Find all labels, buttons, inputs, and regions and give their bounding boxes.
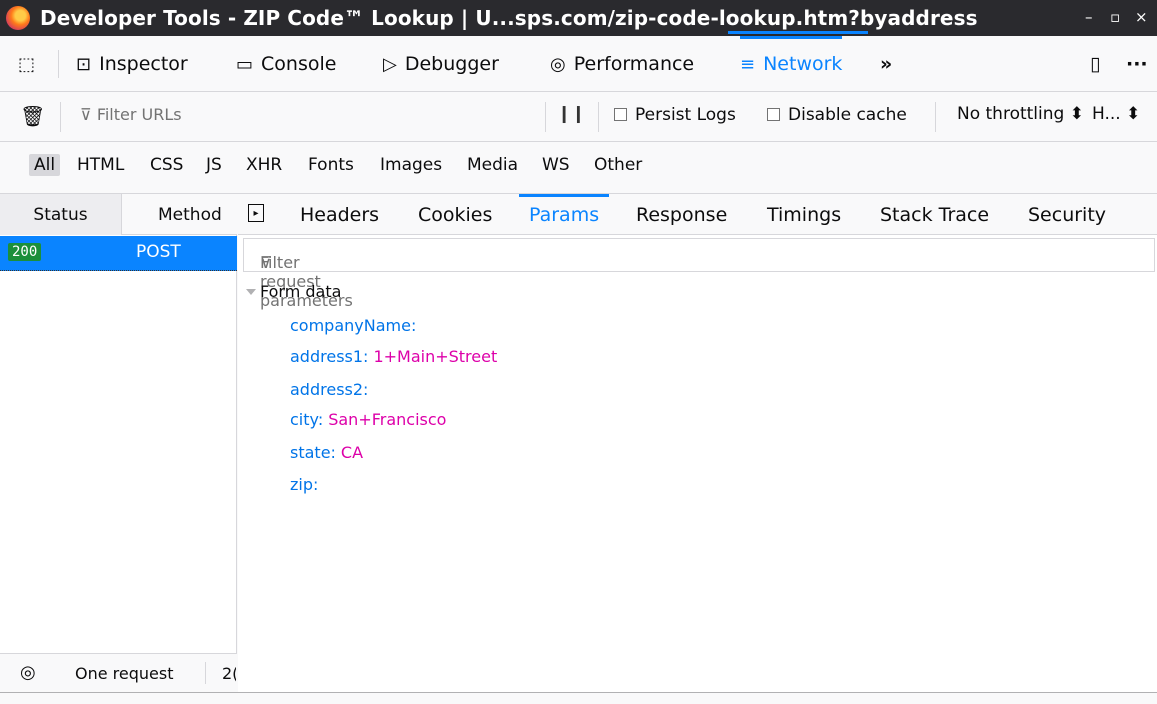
param-value: CA xyxy=(340,443,364,462)
type-filter-css[interactable]: CSS xyxy=(150,155,183,175)
disable-cache-label: Disable cache xyxy=(788,105,907,125)
firefox-logo-icon xyxy=(6,6,30,30)
tab-security[interactable]: Security xyxy=(1028,194,1106,235)
request-count: One request xyxy=(75,664,174,683)
window-titlebar: Developer Tools - ZIP Code™ Lookup | U..… xyxy=(0,0,1157,36)
details-tabbar: ▸ Headers Cookies Params Response Timing… xyxy=(238,194,1157,235)
element-picker-icon[interactable]: ⬚ xyxy=(18,36,35,92)
param-row: address1: 1+Main+Street xyxy=(290,347,497,366)
request-type-filters: All HTML CSS JS XHR Fonts Images Media W… xyxy=(0,142,1157,194)
param-filter-input[interactable]: ⊽ Filter request parameters xyxy=(243,238,1155,310)
tab-stack-trace[interactable]: Stack Trace xyxy=(880,194,989,235)
param-key: state: xyxy=(290,443,336,462)
filter-divider xyxy=(60,102,61,132)
tab-timings[interactable]: Timings xyxy=(767,194,841,235)
window-title: Developer Tools - ZIP Code™ Lookup | U..… xyxy=(40,6,978,30)
request-method: POST xyxy=(136,242,181,262)
param-row: city: San+Francisco xyxy=(290,410,446,429)
param-row: zip: xyxy=(290,475,323,494)
tab-cookies[interactable]: Cookies xyxy=(418,194,492,235)
tab-performance-label: Performance xyxy=(573,53,695,75)
param-value: 1+Main+Street xyxy=(373,347,498,366)
type-filter-xhr[interactable]: XHR xyxy=(246,155,282,175)
tab-debugger[interactable]: ▷ Debugger xyxy=(383,36,499,92)
type-filter-media[interactable]: Media xyxy=(467,155,518,175)
bottom-edge xyxy=(0,692,1157,704)
devtools-toolbar: ⬚ ⊡ Inspector ▭ Console ▷ Debugger ◎ Per… xyxy=(0,36,1157,92)
request-row[interactable]: 200 POST xyxy=(0,236,237,271)
network-filterbar: 🗑 ⊽ Filter URLs ❙❙ Persist Logs Disable … xyxy=(0,92,1157,142)
har-menu-button[interactable]: H... ⬍ xyxy=(1092,104,1140,124)
filter-divider xyxy=(545,102,546,132)
type-filter-images[interactable]: Images xyxy=(380,155,442,175)
type-filter-other[interactable]: Other xyxy=(594,155,642,175)
param-key: zip: xyxy=(290,475,319,494)
tab-network-label: Network xyxy=(763,53,843,75)
title-highlight xyxy=(728,31,868,34)
tab-params[interactable]: Params xyxy=(518,194,610,235)
filter-icon: ⊽ xyxy=(80,105,92,124)
console-icon: ▭ xyxy=(236,53,254,75)
minimize-button[interactable]: – xyxy=(1085,8,1093,26)
debugger-icon: ▷ xyxy=(383,53,397,75)
persist-logs-label: Persist Logs xyxy=(635,105,736,125)
request-details-pane: ▸ Headers Cookies Params Response Timing… xyxy=(238,194,1157,692)
maximize-button[interactable]: ▫ xyxy=(1110,8,1120,26)
type-filter-fonts[interactable]: Fonts xyxy=(308,155,354,175)
status-badge: 200 xyxy=(8,243,42,261)
pause-button[interactable]: ❙❙ xyxy=(557,104,586,124)
throttling-select[interactable]: No throttling ⬍ xyxy=(957,104,1084,124)
param-row: companyName: xyxy=(290,316,421,335)
disable-cache-checkbox[interactable]: Disable cache xyxy=(767,105,907,125)
filter-urls-input[interactable]: ⊽ Filter URLs xyxy=(80,105,182,124)
type-filter-all[interactable]: All xyxy=(29,154,61,176)
checkbox-box xyxy=(614,108,627,121)
network-icon: ≡ xyxy=(740,53,756,75)
tab-headers[interactable]: Headers xyxy=(300,194,379,235)
request-list-pane: Status Method 200 POST ◎ One request 2( xyxy=(0,194,237,692)
dock-side-icon[interactable]: ▯ xyxy=(1090,36,1100,92)
transfer-size: 2( xyxy=(222,664,236,683)
tab-network[interactable]: ≡ Network xyxy=(740,36,843,92)
tab-performance[interactable]: ◎ Performance xyxy=(550,36,694,92)
checkbox-box xyxy=(767,108,780,121)
param-row: address2: xyxy=(290,380,373,399)
tab-inspector[interactable]: ⊡ Inspector xyxy=(76,36,188,92)
filter-urls-placeholder: Filter URLs xyxy=(96,105,182,124)
tab-console[interactable]: ▭ Console xyxy=(236,36,336,92)
persist-logs-checkbox[interactable]: Persist Logs xyxy=(614,105,736,125)
tab-response[interactable]: Response xyxy=(636,194,727,235)
tab-debugger-label: Debugger xyxy=(404,53,499,75)
footer-divider xyxy=(205,662,206,684)
inspector-icon: ⊡ xyxy=(76,53,92,75)
param-key: companyName: xyxy=(290,316,417,335)
close-button[interactable]: × xyxy=(1135,8,1148,26)
type-filter-html[interactable]: HTML xyxy=(77,155,124,175)
param-key: city: xyxy=(290,410,324,429)
tab-inspector-label: Inspector xyxy=(99,53,188,75)
type-filter-js[interactable]: JS xyxy=(206,155,222,175)
param-key: address2: xyxy=(290,380,369,399)
more-options-button[interactable]: ··· xyxy=(1126,36,1148,92)
type-filter-ws[interactable]: WS xyxy=(542,155,570,175)
trash-icon[interactable]: 🗑 xyxy=(20,104,45,128)
form-data-label: Form data xyxy=(260,282,342,301)
overflow-tabs-button[interactable]: » xyxy=(880,36,892,92)
performance-analysis-icon[interactable]: ◎ xyxy=(20,662,36,683)
tab-console-label: Console xyxy=(261,53,337,75)
performance-icon: ◎ xyxy=(550,53,566,75)
param-row: state: CA xyxy=(290,443,363,462)
form-data-section-header[interactable]: Form data xyxy=(246,282,341,301)
filter-divider xyxy=(935,102,936,132)
column-method[interactable]: Method xyxy=(158,205,222,225)
request-list-footer: ◎ One request 2( xyxy=(0,653,237,692)
toggle-sidebar-icon[interactable]: ▸ xyxy=(248,204,264,222)
filter-divider xyxy=(598,102,599,132)
twisty-icon xyxy=(246,289,256,295)
param-value: San+Francisco xyxy=(328,410,447,429)
toolbar-divider xyxy=(58,50,59,78)
request-list-header: Status Method xyxy=(0,194,237,235)
column-status[interactable]: Status xyxy=(0,194,122,235)
param-key: address1: xyxy=(290,347,369,366)
